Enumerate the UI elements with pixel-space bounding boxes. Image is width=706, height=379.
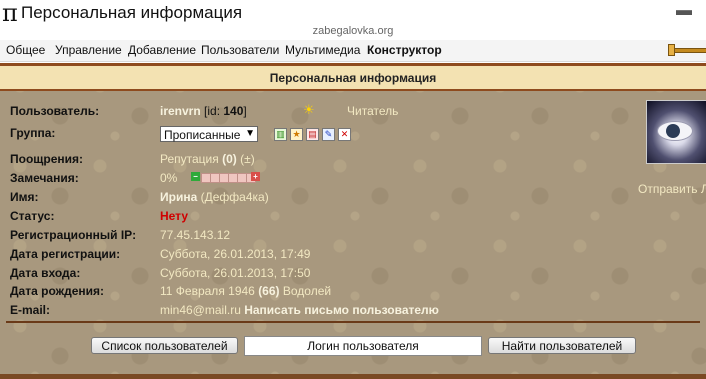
delete-icon[interactable]: ✕ [338, 128, 351, 141]
user-id: 140 [223, 104, 244, 118]
rewards-label: Поощрения: [10, 152, 84, 166]
panel-header: Персональная информация [0, 66, 706, 91]
panel-title: Персональная информация [269, 71, 437, 85]
birth-label: Дата рождения: [10, 284, 105, 298]
login-date-label: Дата входа: [10, 266, 81, 280]
user-id-suffix: ] [243, 104, 247, 118]
find-users-button[interactable]: Найти пользователей [488, 337, 636, 354]
login-search-input[interactable] [244, 336, 482, 356]
reg-ip-label: Регистрационный IP: [10, 228, 137, 242]
reputation-count: (0) [222, 152, 237, 166]
menu-item-general[interactable]: Общее [6, 43, 45, 57]
warning-increase-icon[interactable]: + [251, 172, 260, 181]
name-value: Ирина (Деффа4ка) [160, 190, 269, 204]
menu-item-multimedia[interactable]: Мультимедиа [285, 43, 360, 57]
reputation-change[interactable]: (±) [240, 152, 255, 166]
email-value: min46@mail.ru Написать письмо пользовате… [160, 303, 439, 317]
send-message-link[interactable]: Отправить Л [638, 182, 706, 196]
name-label: Имя: [10, 190, 39, 204]
user-value: irenvrn [id: 140] [160, 104, 247, 118]
email-address[interactable]: min46@mail.ru [160, 303, 241, 317]
site-url: zabegalovka.org [0, 25, 706, 40]
personal-info-panel: Персональная информация Пользователь: ir… [0, 63, 706, 379]
reg-date-label: Дата регистрации: [10, 247, 121, 261]
email-label: E-mail: [10, 303, 51, 317]
document-icon[interactable]: ▤ [306, 128, 319, 141]
top-menu: Общее Управление Добавление Пользователи… [0, 40, 706, 62]
window-title: Персональная информация [21, 3, 243, 22]
app-pi-icon: π [2, 0, 18, 27]
edit-icon[interactable]: ✎ [322, 128, 335, 141]
eye-icon [657, 121, 693, 141]
user-id-prefix: [id: [204, 104, 224, 118]
sun-icon: ☀ [303, 102, 315, 117]
slider-handle[interactable] [668, 44, 675, 56]
dropdown-arrow-icon: ▼ [245, 128, 255, 139]
window-titlebar: π Персональная информация ▬ [0, 0, 706, 27]
username: irenvrn [160, 104, 201, 118]
user-list-button[interactable]: Список пользователей [91, 337, 238, 354]
panel-footer-strip [0, 374, 706, 379]
menu-item-management[interactable]: Управление [55, 43, 122, 57]
reg-ip-value: 77.45.143.12 [160, 228, 231, 242]
zodiac-sign: Водолей [282, 284, 332, 298]
send-email-link[interactable]: Написать письмо пользователю [244, 303, 439, 317]
user-label: Пользователь: [10, 104, 100, 118]
warnings-percent: 0% [160, 171, 178, 185]
group-selected: Прописанные [164, 128, 241, 142]
group-select[interactable]: Прописанные ▼ [160, 126, 258, 142]
user-role: Читатель [347, 104, 399, 118]
status-label: Статус: [10, 209, 55, 223]
rewards-value: Репутация (0) (±) [160, 152, 255, 166]
menu-item-users[interactable]: Пользователи [201, 43, 279, 57]
avatar [646, 100, 706, 164]
warnings-label: Замечания: [10, 171, 79, 185]
star-icon[interactable]: ★ [290, 128, 303, 141]
menu-item-add[interactable]: Добавление [128, 43, 196, 57]
iris [666, 124, 680, 138]
slider-track [674, 48, 706, 53]
width-slider[interactable] [668, 44, 706, 56]
reg-date-value: Суббота, 26.01.2013, 17:49 [160, 247, 311, 261]
first-name: Ирина [160, 190, 198, 204]
age: (66) [258, 284, 280, 298]
status-value: Нету [160, 209, 189, 223]
warning-decrease-icon[interactable]: − [191, 172, 200, 181]
minimize-icon[interactable]: ▬ [676, 2, 692, 20]
group-label: Группа: [10, 126, 56, 140]
menu-item-constructor[interactable]: Конструктор [367, 43, 442, 57]
stats-icon[interactable]: ▥ [274, 128, 287, 141]
birth-value: 11 Февраля 1946 (66) Водолей [160, 284, 331, 298]
login-date-value: Суббота, 26.01.2013, 17:50 [160, 266, 311, 280]
divider [6, 321, 700, 323]
nickname: (Деффа4ка) [200, 190, 269, 204]
birth-date: 11 Февраля 1946 [160, 284, 255, 298]
reputation-link[interactable]: Репутация [160, 152, 219, 166]
